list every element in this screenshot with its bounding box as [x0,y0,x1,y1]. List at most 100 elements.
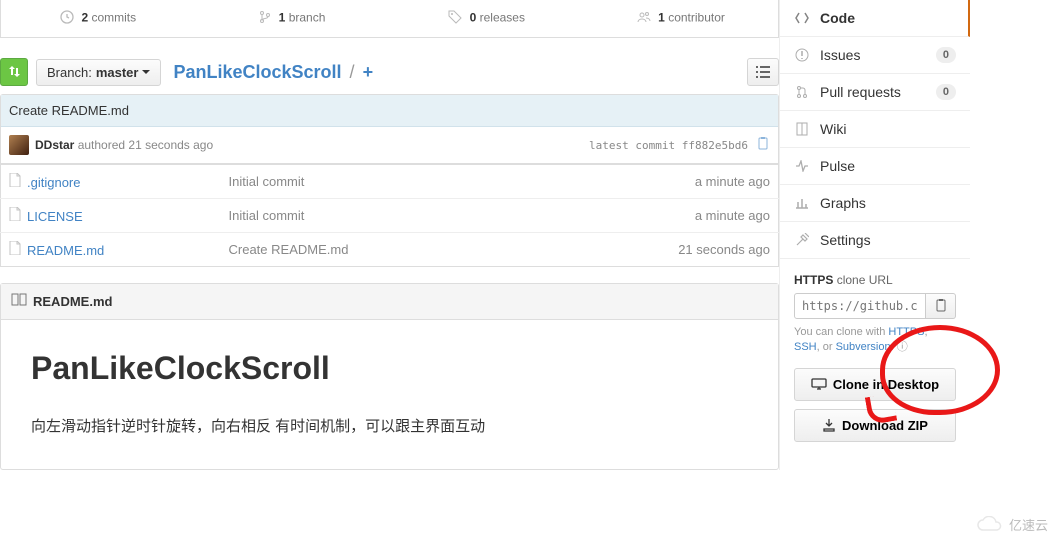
tag-icon [448,10,462,27]
counter-badge: 0 [936,47,956,63]
repo-name-link[interactable]: PanLikeClockScroll [173,62,341,82]
clipboard-icon[interactable] [756,137,770,154]
commit-sha[interactable]: ff882e5bd6 [682,139,748,152]
sidebar-item-issues[interactable]: Issues 0 [780,37,970,74]
latest-commit: latest commit ff882e5bd6 [589,139,748,152]
branch-bar: Branch: master PanLikeClockScroll / + [0,50,779,94]
branch-count: 1 [279,11,286,25]
compare-icon [7,65,21,79]
contributor-label: contributor [668,11,725,25]
file-icon [9,207,21,224]
file-list: .gitignore Initial commit a minute ago L… [0,165,779,267]
readme-header: README.md [1,284,778,320]
history-icon [60,10,74,27]
releases-stat[interactable]: 0 releases [390,0,584,37]
clone-ssh-link[interactable]: SSH [794,341,817,353]
sidebar-item-code[interactable]: Code [780,0,970,37]
clipboard-icon [934,299,948,313]
list-icon [756,66,770,78]
repo-stats-bar: 2 commits 1 branch 0 releases 1 contribu… [0,0,779,38]
sidebar-item-label: Issues [820,47,860,63]
download-icon [822,418,836,432]
repo-sidebar: Code Issues 0 Pull requests 0 Wiki Pulse G… [780,0,970,470]
file-icon [9,173,21,190]
book-icon [11,293,27,310]
readme-paragraph: 向左滑动指针逆时针旋转，向右相反 有时间机制，可以跟主界面互动 [31,415,748,439]
issues-icon [794,48,810,62]
commit-message[interactable]: Create README.md [1,95,778,127]
download-zip-label: Download ZIP [842,418,928,433]
file-row[interactable]: LICENSE Initial commit a minute ago [1,199,779,233]
counter-badge: 0 [936,84,956,100]
sidebar-item-label: Wiki [820,121,846,137]
breadcrumb-sep: / [350,62,355,82]
clone-https-link[interactable]: HTTPS [888,326,924,338]
readme-filename: README.md [33,294,112,309]
settings-icon [794,233,810,247]
help-icon[interactable]: ⓘ [897,341,908,353]
branch-selector[interactable]: Branch: master [36,59,161,86]
download-zip-button[interactable]: Download ZIP [794,409,956,442]
clone-help-text: You can clone with HTTPS, SSH, or Subver… [794,325,956,356]
pr-icon [794,85,810,99]
file-icon [9,241,21,258]
commits-stat[interactable]: 2 commits [1,0,195,37]
file-age: a minute ago [695,174,770,189]
branch-stat[interactable]: 1 branch [195,0,389,37]
compare-button[interactable] [0,58,28,86]
file-commit-msg[interactable]: Initial commit [229,208,305,223]
branch-label: branch [289,11,326,25]
contributor-stat[interactable]: 1 contributor [584,0,778,37]
commits-label: commits [91,11,136,25]
sidebar-item-label: Settings [820,232,871,248]
sidebar-nav: Code Issues 0 Pull requests 0 Wiki Pulse G… [780,0,970,259]
new-file-button[interactable]: + [363,62,374,82]
file-row[interactable]: .gitignore Initial commit a minute ago [1,165,779,199]
file-age: a minute ago [695,208,770,223]
cloud-icon [975,516,1005,534]
file-commit-msg[interactable]: Create README.md [229,242,349,257]
latest-commit-label: latest commit [589,139,675,152]
file-row[interactable]: README.md Create README.md 21 seconds ag… [1,233,779,267]
sidebar-item-label: Graphs [820,195,866,211]
branch-icon [259,10,271,27]
commits-count: 2 [81,11,88,25]
contributor-count: 1 [658,11,665,25]
clone-svn-link[interactable]: Subversion [836,341,891,353]
clone-box: HTTPS clone URL You can clone with HTTPS… [780,259,970,464]
readme-title: PanLikeClockScroll [31,350,748,395]
sidebar-item-wiki[interactable]: Wiki [780,111,970,148]
clone-desktop-button[interactable]: Clone in Desktop [794,368,956,401]
file-link[interactable]: LICENSE [27,209,83,224]
sidebar-item-graphs[interactable]: Graphs [780,185,970,222]
watermark: 亿速云 [975,515,1048,534]
graphs-icon [794,197,810,209]
pulse-icon [794,160,810,172]
avatar[interactable] [9,135,29,155]
releases-count: 0 [470,11,477,25]
breadcrumb: PanLikeClockScroll / + [173,62,373,83]
sidebar-item-pulse[interactable]: Pulse [780,148,970,185]
file-link[interactable]: README.md [27,243,104,258]
file-age: 21 seconds ago [678,242,770,257]
clone-url-input[interactable] [794,293,926,319]
commit-authored-time: authored 21 seconds ago [78,138,213,152]
file-link[interactable]: .gitignore [27,175,80,190]
commit-author[interactable]: DDstar [35,138,74,152]
code-icon [794,12,810,24]
people-icon [637,10,651,27]
chevron-down-icon [142,70,150,74]
sidebar-item-label: Pull requests [820,84,901,100]
sidebar-item-pull-requests[interactable]: Pull requests 0 [780,74,970,111]
branch-selector-label: Branch: [47,65,92,80]
wiki-icon [794,122,810,136]
clone-title: HTTPS clone URL [794,273,956,287]
sidebar-item-label: Code [820,10,855,26]
sidebar-item-settings[interactable]: Settings [780,222,970,259]
copy-url-button[interactable] [926,293,956,319]
file-commit-msg[interactable]: Initial commit [229,174,305,189]
commit-tease: Create README.md DDstar authored 21 seco… [0,94,779,165]
desktop-icon [811,378,827,390]
commit-meta: DDstar authored 21 seconds ago latest co… [1,127,778,164]
list-view-button[interactable] [747,58,779,86]
